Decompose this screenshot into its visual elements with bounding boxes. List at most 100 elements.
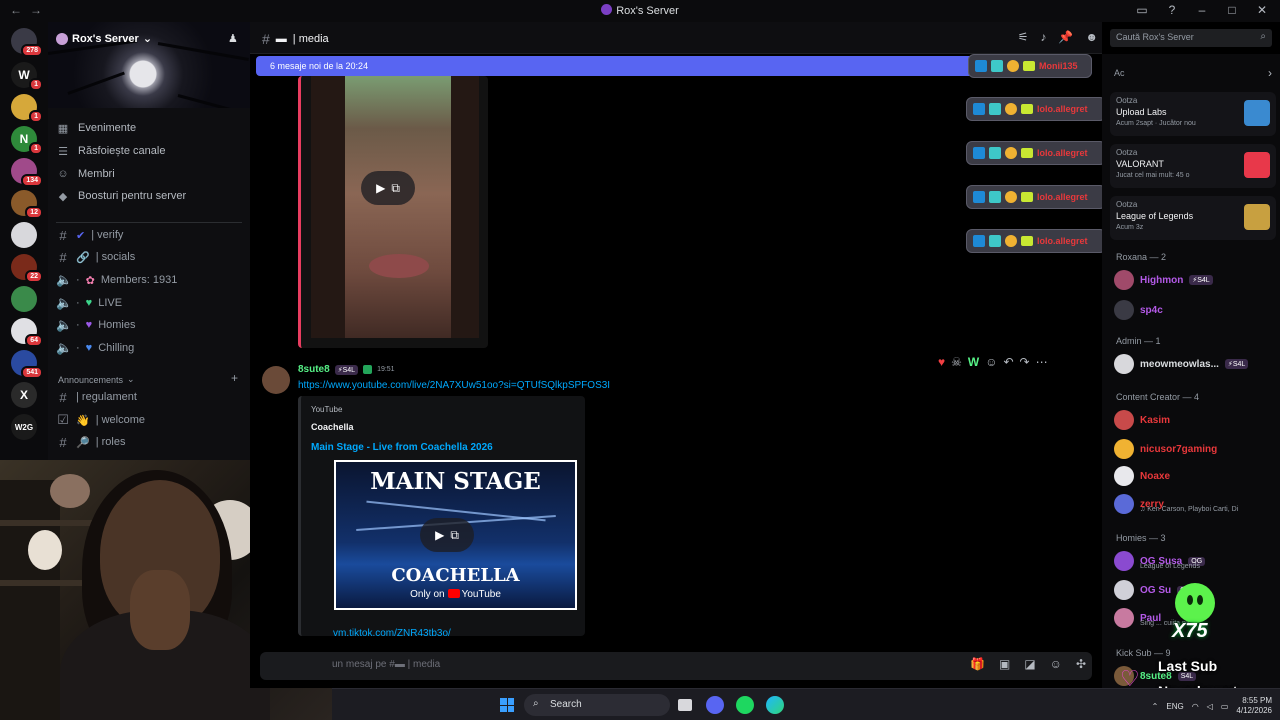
server-icon[interactable]: N1	[11, 126, 43, 155]
reply-icon[interactable]: ↶	[1003, 355, 1013, 369]
maximize-icon[interactable]: □	[1224, 3, 1240, 17]
discord-app-icon[interactable]	[706, 696, 724, 714]
member-item[interactable]: sp4c	[1114, 298, 1274, 322]
category-announcements[interactable]: Announcements ⌄	[58, 374, 135, 385]
tray-chevron-icon[interactable]: ⌃	[1152, 702, 1159, 711]
sidebar-menu-item[interactable]: ◆ Boosturi pentru server	[56, 185, 242, 207]
channel-item[interactable]: 🔈 · ♥ Homies	[56, 314, 242, 336]
video-attachment[interactable]: ▶ ⧉	[298, 76, 488, 348]
minimize-icon[interactable]: –	[1194, 3, 1210, 17]
add-channel-icon[interactable]: +	[231, 371, 238, 385]
server-icon[interactable]: W1	[11, 62, 43, 91]
close-icon[interactable]: ✕	[1254, 3, 1270, 17]
embed-author[interactable]: Coachella	[311, 422, 354, 432]
spotify-app-icon[interactable]	[736, 696, 754, 714]
server-icon[interactable]: 1	[11, 94, 43, 123]
sidebar-menu-item[interactable]: ☺ Membri	[56, 163, 242, 185]
chevron-right-icon[interactable]: ›	[1268, 66, 1272, 80]
volume-icon[interactable]: ◁	[1207, 702, 1213, 711]
member-item[interactable]: Kasim	[1114, 408, 1274, 432]
add-reaction-icon[interactable]: ☺	[985, 355, 997, 369]
activity-notification[interactable]: Monii135	[968, 54, 1092, 78]
new-messages-bar[interactable]: 6 mesaje noi de la 20:24	[256, 56, 1092, 76]
server-icon[interactable]: W2G	[11, 414, 37, 440]
clock[interactable]: 8:55 PM 4/12/2026	[1236, 696, 1272, 716]
battery-icon[interactable]: ▭	[1221, 702, 1229, 711]
play-icon: ▶	[435, 528, 445, 542]
sticker-icon[interactable]: ◪	[1024, 657, 1035, 671]
activity-card[interactable]: Ootza Upload Labs Acum 2sapt · Jucător nou	[1110, 92, 1276, 136]
member-item[interactable]: meowmeowlas... ⚡S4L	[1114, 352, 1274, 376]
embed-thumbnail[interactable]: MAIN STAGE ▶ ⧉ COACHELLA Only on YouTube	[334, 460, 577, 610]
member-item[interactable]: nicusor7gaming	[1114, 437, 1274, 461]
server-icon[interactable]: 278	[11, 28, 43, 57]
server-icon[interactable]: X	[11, 382, 37, 408]
badge-icon	[1021, 148, 1033, 158]
member-item[interactable]: Noaxe	[1114, 464, 1274, 488]
more-icon[interactable]: ⋯	[1036, 355, 1048, 369]
channel-item[interactable]: 🔈 · ✿ Members: 1931	[56, 269, 242, 291]
server-icon[interactable]: 12	[11, 190, 43, 219]
youtube-link[interactable]: https://www.youtube.com/live/2NA7XUw51oo…	[298, 380, 610, 391]
activity-notification[interactable]: lolo.allegret	[966, 185, 1106, 209]
member-item[interactable]: OG Susa OG League of Legends	[1114, 549, 1274, 573]
channel-item[interactable]: 🔈 · ♥ LIVE	[56, 292, 242, 314]
server-name[interactable]: Rox's Server ⌄	[56, 32, 152, 45]
wifi-icon[interactable]: ◠	[1192, 702, 1199, 711]
mute-icon[interactable]: ♪	[1040, 30, 1046, 44]
server-icon[interactable]: 22	[11, 254, 43, 283]
member-item[interactable]: zerry ♫ Ken Carson, Playboi Carti, Di	[1114, 492, 1274, 516]
badge-icon	[1021, 192, 1033, 202]
apps-icon[interactable]: ✣	[1076, 657, 1086, 671]
channel-item[interactable]: # ✔ | verify	[56, 224, 242, 246]
server-icon[interactable]: 64	[11, 318, 43, 347]
w-reaction-icon[interactable]: W	[968, 355, 979, 369]
member-list-icon[interactable]: ☻	[1085, 30, 1098, 44]
channel-item[interactable]: 🔈 · ♥ Chilling	[56, 337, 242, 359]
invite-people-icon[interactable]: ♟	[228, 32, 240, 45]
gift-icon[interactable]: 🎁	[970, 657, 985, 671]
separator-dot: ·	[76, 297, 80, 309]
inbox-icon[interactable]: ▭	[1134, 3, 1150, 17]
activity-card[interactable]: Ootza VALORANT Jucat cel mai mult: 45 o	[1110, 144, 1276, 188]
help-icon[interactable]: ?	[1164, 3, 1180, 17]
sub-multiplier: X75	[1172, 620, 1208, 642]
embed-title[interactable]: Main Stage - Live from Coachella 2026	[311, 442, 493, 453]
activity-notification[interactable]: lolo.allegret	[966, 97, 1106, 121]
hash-icon: #	[59, 227, 67, 243]
edge-browser-icon[interactable]	[766, 696, 784, 714]
sidebar-menu-item[interactable]: ▦ Evenimente	[56, 117, 242, 139]
channel-item[interactable]: ☑ 👋 | welcome	[56, 409, 242, 431]
message-author[interactable]: 8sute8	[298, 364, 330, 375]
gif-icon[interactable]: ▣	[999, 657, 1010, 671]
channel-item[interactable]: # 🔗 | socials	[56, 246, 242, 268]
skull-reaction-icon[interactable]: ☠	[951, 355, 962, 369]
activity-user: Ootza	[1116, 200, 1138, 209]
play-button[interactable]: ▶ ⧉	[420, 518, 474, 552]
tiktok-link[interactable]: vm.tiktok.com/ZNR43tb3o/	[333, 628, 451, 639]
activity-notification[interactable]: lolo.allegret	[966, 141, 1106, 165]
search-input[interactable]: Caută Rox's Server ⌕	[1110, 29, 1272, 47]
activity-card[interactable]: Ootza League of Legends Acum 3z	[1110, 196, 1276, 240]
channel-item[interactable]: # 🔎 | roles	[56, 431, 242, 453]
language-indicator[interactable]: ENG	[1166, 702, 1183, 711]
server-icon[interactable]	[11, 286, 37, 312]
server-icon[interactable]	[11, 222, 37, 248]
channel-item[interactable]: # | regulament	[56, 386, 242, 408]
emoji-icon[interactable]: ☺	[1050, 657, 1062, 671]
activity-notification[interactable]: lolo.allegret	[966, 229, 1106, 253]
heart-reaction-icon[interactable]: ♥	[938, 355, 945, 369]
taskbar-search[interactable]: ⌕ Search	[524, 694, 670, 716]
server-icon[interactable]: 541	[11, 350, 43, 379]
play-button[interactable]: ▶ ⧉	[361, 171, 415, 205]
start-button[interactable]	[500, 698, 514, 712]
sidebar-menu-item[interactable]: ☰ Răsfoiește canale	[56, 140, 242, 162]
member-item[interactable]: Highmon ⚡S4L	[1114, 268, 1274, 292]
file-explorer-icon[interactable]	[678, 699, 692, 711]
server-icon[interactable]: 134	[11, 158, 43, 187]
forward-icon[interactable]: ↷	[1020, 355, 1030, 369]
notification-user: lolo.allegret	[1037, 104, 1088, 114]
avatar[interactable]	[262, 366, 290, 394]
pin-icon[interactable]: 📌	[1058, 30, 1073, 44]
threads-icon[interactable]: ⚟	[1018, 30, 1029, 44]
